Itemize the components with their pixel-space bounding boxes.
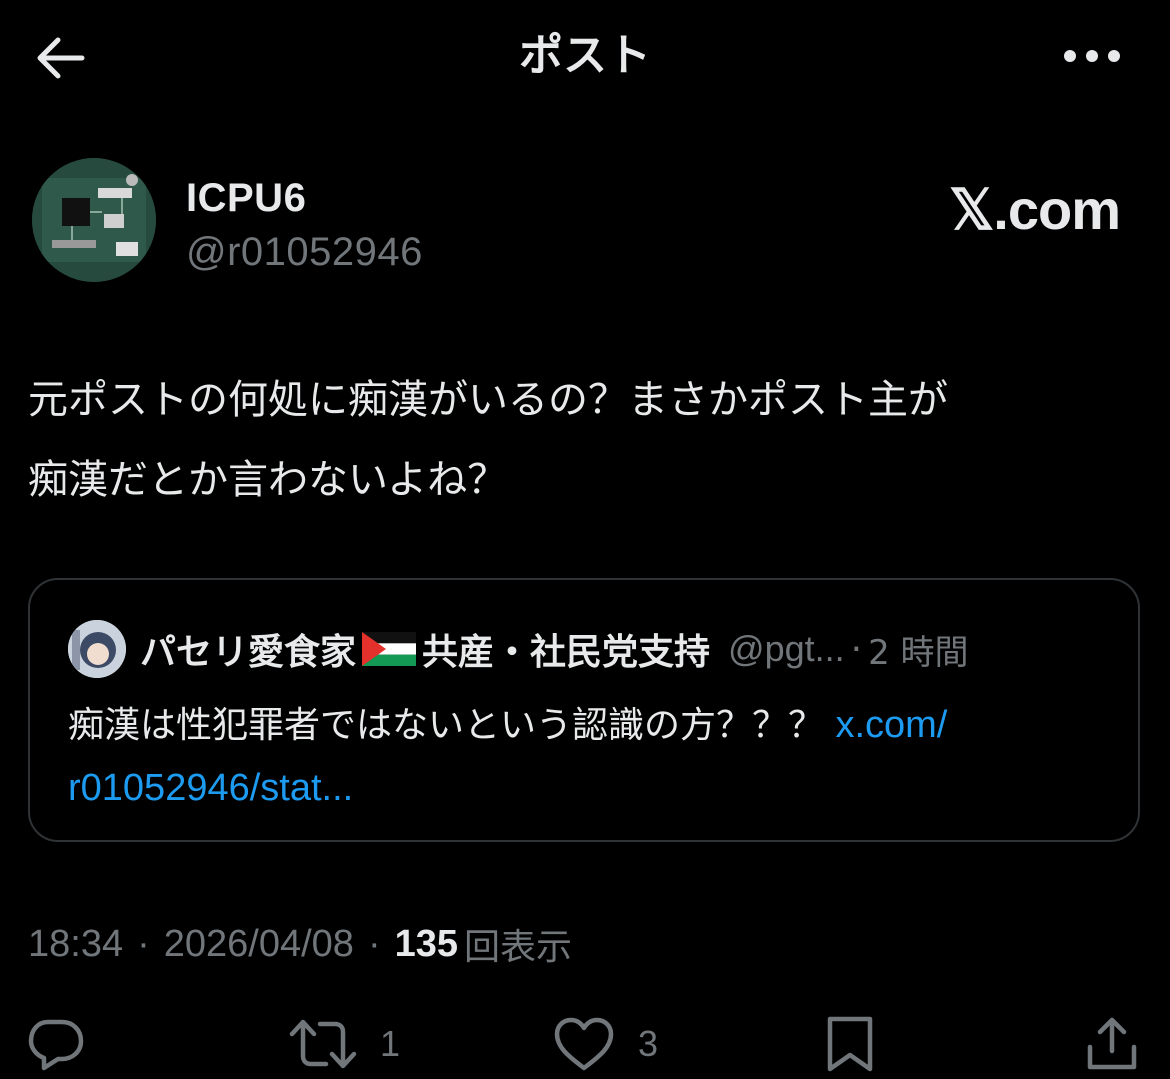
x-com-logo: 𝕏.com [949, 178, 1121, 241]
views-label: 回表示 [464, 927, 573, 968]
separator-dot: · [850, 628, 863, 670]
action-bar: 1 3 [0, 1010, 1170, 1079]
more-horizontal-icon [1064, 50, 1120, 62]
quoted-author-name: パセリ愛食家 [140, 632, 357, 673]
repost-button[interactable]: 1 [288, 1014, 400, 1074]
post-author: ICPU6 @r01052946 𝕏.com [32, 158, 1138, 288]
anime-avatar-icon [68, 620, 126, 678]
quoted-author-avatar [68, 620, 126, 678]
author-handle[interactable]: @r01052946 [186, 228, 423, 276]
post-text-line: 元ポストの何処に痴漢がいるの？まさかポスト主が [28, 377, 948, 423]
reply-icon [28, 1019, 84, 1071]
repost-icon [289, 1019, 357, 1069]
quoted-post-header: パセリ愛食家 共産・社民党支持 @pgt... · 2 時間 [140, 620, 969, 678]
share-icon [1087, 1017, 1137, 1070]
quoted-text: 痴漢は性犯罪者ではないという認識の方？？？ [68, 705, 836, 746]
post-meta: 18:34 · 2026/04/08 · 135 回表示 [28, 916, 572, 972]
share-button[interactable] [1084, 1014, 1140, 1074]
post-date: 2026/04/08 [163, 922, 354, 965]
avatar[interactable] [32, 158, 156, 282]
heart-icon [554, 1017, 614, 1071]
bookmark-button[interactable] [822, 1014, 878, 1074]
post-time: 18:34 [28, 922, 124, 965]
page-title: ポスト [519, 30, 651, 81]
quoted-post[interactable]: パセリ愛食家 共産・社民党支持 @pgt... · 2 時間 痴漢は性犯罪者では… [28, 578, 1140, 842]
quoted-post-time: 2 時間 [868, 632, 969, 673]
separator-dot: · [367, 922, 381, 965]
quoted-link-continued[interactable]: r01052946/stat... [68, 767, 353, 809]
post-text: 元ポストの何処に痴漢がいるの？まさかポスト主が 痴漢だとか言わないよね？ [28, 360, 1138, 520]
author-display-name[interactable]: ICPU6 [186, 174, 306, 222]
repost-count: 1 [380, 1023, 401, 1064]
like-button[interactable]: 3 [552, 1014, 658, 1074]
palestine-flag-icon [362, 632, 417, 666]
quoted-author-name-suffix: 共産・社民党支持 [422, 632, 711, 673]
quoted-author-handle: @pgt... [728, 628, 845, 669]
reply-button[interactable] [26, 1014, 86, 1074]
bookmark-icon [827, 1016, 873, 1072]
post-text-line: 痴漢だとか言わないよね？ [28, 457, 508, 503]
like-count: 3 [638, 1023, 659, 1064]
separator-dot: · [137, 922, 150, 965]
views-count[interactable]: 135 [395, 923, 458, 966]
quoted-post-text: 痴漢は性犯罪者ではないという認識の方？？？ x.com/r01052946/st… [68, 694, 1108, 820]
more-options-button[interactable] [1056, 30, 1128, 82]
circuit-board-avatar-icon [32, 158, 156, 282]
top-bar: ポスト [0, 0, 1170, 112]
quoted-link[interactable]: x.com/ [835, 704, 947, 746]
